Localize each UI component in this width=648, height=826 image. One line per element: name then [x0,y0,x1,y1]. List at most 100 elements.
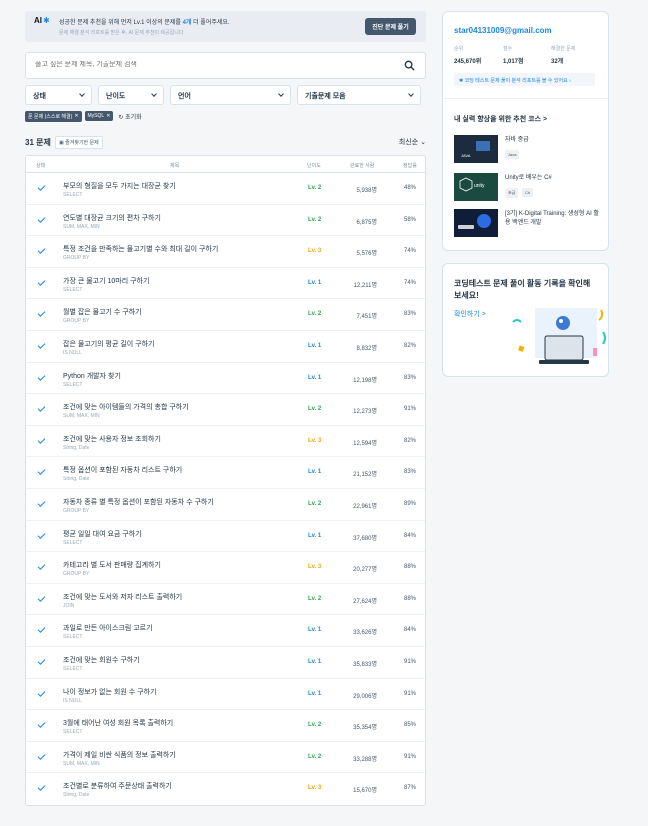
rank-label: 순위 [454,46,464,52]
problem-level: Lv. 1 [308,690,322,697]
table-row[interactable]: 조건에 맞는 도서와 저자 리스트 출력하기 JOIN Lv. 2 27,624명 88… [26,584,425,616]
header-rate: 정답률 [403,163,417,169]
problem-title[interactable]: 특정 옵션이 포함된 자동차 리스트 구하기 [63,465,182,475]
svg-text:JAVA: JAVA [461,153,471,158]
problem-solved-count: 37,680명 [353,535,377,542]
recommended-courses-title[interactable]: 내 실력 향상을 위한 추천 코스 > [454,114,547,124]
problem-solved-count: 33,288명 [353,756,377,763]
problem-title[interactable]: 조건에 맞는 도서와 저자 리스트 출력하기 [63,592,182,602]
filter-status[interactable]: 상태 [25,85,92,105]
problem-tag: SELECT [63,729,83,736]
problem-solved-count: 5,576명 [356,251,377,258]
table-row[interactable]: 과일로 만든 아이스크림 고르기 SELECT Lv. 1 33,626명 84% [26,615,425,647]
search-icon[interactable] [404,60,415,71]
check-icon [37,372,46,381]
table-row[interactable]: 잡은 물고기의 평균 길이 구하기 IS NULL Lv. 1 8,832명 82% [26,331,425,363]
table-row[interactable]: 특정 옵션이 포함된 자동차 리스트 구하기 String, Date Lv. 1 2… [26,457,425,489]
problem-title[interactable]: 조건에 맞는 사용자 정보 조회하기 [63,434,161,444]
problem-title[interactable]: 3월에 태어난 여성 회원 목록 출력하기 [63,718,173,728]
close-icon[interactable]: ✕ [106,113,110,119]
problem-tag: SUM, MAX, MIN [63,413,100,420]
problem-title[interactable]: 가격이 제일 비싼 식품의 정보 출력하기 [63,750,176,760]
ai-label: AI✱ [34,16,50,25]
problem-level: Lv. 1 [308,374,322,381]
table-row[interactable]: 조건별로 분류하여 주문상태 출력하기 String, Date Lv. 3 15,6… [26,773,425,805]
problem-table: 상태 제목 난이도 완료한 사람 정답률 부모의 형질을 모두 가지는 대장균 … [25,155,426,806]
problem-title[interactable]: 잡은 물고기의 평균 길이 구하기 [63,339,155,349]
problem-solved-count: 12,211명 [353,282,377,289]
ai-banner-subtext: 문제 해결 분석 리포트를 받은 후, AI 문제 추천이 제공됩니다 [59,30,184,36]
problem-level: Lv. 2 [308,185,322,191]
filter-chip-solved[interactable]: 푼 문제 (스스로 해결) ✕ [25,110,82,122]
filter-language[interactable]: 언어 [170,85,291,105]
filter-chip-mysql[interactable]: MySQL ✕ [84,111,114,121]
course-item[interactable]: JAVA 자바 중급 Java [454,135,604,163]
problem-title[interactable]: 조건에 맞는 회원수 구하기 [63,655,140,665]
header-solved: 완료한 사람 [350,163,375,169]
table-row[interactable]: 가격이 제일 비싼 식품의 정보 출력하기 SUM, MAX, MIN Lv. 2 3… [26,742,425,774]
check-icon [37,246,46,255]
search-input[interactable] [35,61,375,68]
analysis-report-link[interactable]: ✱ 코딩 테스트 문제 풀이 분석 리포트를 볼 수 있어요 › [454,73,595,86]
profile-card: star04131009@gmail.com 순위 점수 해결한 문제 245,… [442,11,609,251]
close-icon[interactable]: ✕ [74,113,78,119]
problem-title[interactable]: Python 개발자 찾기 [63,371,121,381]
course-title: Unity로 배우는 C# [505,175,552,181]
table-row[interactable]: 특정 조건을 만족하는 물고기별 수와 최대 길이 구하기 GROUP BY Lv.… [26,236,425,268]
filter-level[interactable]: 난이도 [98,85,164,105]
problem-title[interactable]: 과일로 만든 아이스크림 고르기 [63,623,153,633]
problem-title[interactable]: 자동차 종류 별 특정 옵션이 포함된 자동차 수 구하기 [63,497,214,507]
table-row[interactable]: 자동차 종류 별 특정 옵션이 포함된 자동차 수 구하기 GROUP BY Lv.… [26,489,425,521]
problem-accuracy: 83% [403,311,416,318]
table-row[interactable]: 3월에 태어난 여성 회원 목록 출력하기 SELECT Lv. 2 35,354명 8… [26,710,425,742]
problem-solved-count: 29,006명 [353,693,377,700]
activity-card-title: 코딩테스트 문제 풀이 활동 기록을 확인해보세요! [454,279,591,300]
problem-tag: GROUP BY [63,507,90,514]
chevron-down-icon [278,91,284,97]
table-row[interactable]: 카테고리 별 도서 판매량 집계하기 GROUP BY Lv. 3 20,277명 88… [26,552,425,584]
check-icon [37,341,46,349]
user-email[interactable]: star04131009@gmail.com [454,26,552,35]
sort-dropdown[interactable]: 최신순 ⌄ [399,137,426,147]
favorites-toggle[interactable]: ▣ 즐겨찾기한 문제 [55,136,103,149]
filter-bar: 상태 난이도 언어 기출문제 모음 [25,85,426,105]
problem-tag: GROUP BY [63,318,90,325]
table-row[interactable]: 부모의 형질을 모두 가지는 대장균 찾기 SELECT Lv. 2 5,938명 48… [26,173,425,205]
check-icon [37,625,46,634]
problem-title[interactable]: 나이 정보가 없는 회원 수 구하기 [63,687,156,697]
table-row[interactable]: Python 개발자 찾기 SELECT Lv. 1 12,198명 83% [26,363,425,395]
problem-title[interactable]: 연도별 대장균 크기의 편차 구하기 [63,213,161,223]
problem-title[interactable]: 카테고리 별 도서 판매량 집계하기 [63,560,161,570]
check-icon [37,720,46,728]
reset-button[interactable]: ↻ 초기화 [118,112,141,121]
problem-title[interactable]: 조건에 맞는 아이템들의 가격의 총합 구하기 [63,402,189,412]
problem-level: Lv. 2 [308,595,322,602]
problem-title[interactable]: 가장 큰 물고기 10마리 구하기 [63,276,149,286]
course-thumbnail: JAVA [454,135,498,163]
diagnosis-problem-button[interactable]: 진단 문제 풀기 [365,18,416,35]
table-row[interactable]: 평균 일일 대여 요금 구하기 SELECT Lv. 1 37,680명 84% [26,521,425,553]
problem-level: Lv. 2 [308,500,322,507]
problem-title[interactable]: 평균 일일 대여 요금 구하기 [63,529,142,539]
course-item[interactable]: [3기] K-Digital Training: 생성형 AI 활용 백엔드 개… [454,209,604,237]
check-link[interactable]: 확인하기 > [454,309,486,319]
table-row[interactable]: 조건에 맞는 회원수 구하기 SELECT Lv. 1 35,833명 91% [26,647,425,679]
divider [443,98,608,99]
problem-tag: SELECT [63,634,83,641]
search-box [25,52,426,79]
filter-exam-collection[interactable]: 기출문제 모음 [297,85,421,105]
table-row[interactable]: 월별 잡은 물고기 수 구하기 GROUP BY Lv. 2 7,451명 83% [26,299,425,331]
table-row[interactable]: 가장 큰 물고기 10마리 구하기 SELECT Lv. 1 12,211명 74% [26,268,425,300]
check-icon [37,783,46,792]
problem-title[interactable]: 월별 잡은 물고기 수 구하기 [63,307,142,317]
problem-title[interactable]: 부모의 형질을 모두 가지는 대장균 찾기 [63,181,176,191]
table-row[interactable]: 연도별 대장균 크기의 편차 구하기 SUM, MAX, MIN Lv. 2 6,87… [26,205,425,237]
header-status: 상태 [36,163,46,169]
table-row[interactable]: 조건에 맞는 사용자 정보 조회하기 String, Date Lv. 3 12,59… [26,426,425,458]
table-row[interactable]: 나이 정보가 없는 회원 수 구하기 IS NULL Lv. 1 29,006명 91% [26,679,425,711]
problem-tag: GROUP BY [63,255,90,262]
problem-title[interactable]: 특정 조건을 만족하는 물고기별 수와 최대 길이 구하기 [63,244,218,254]
problem-title[interactable]: 조건별로 분류하여 주문상태 출력하기 [63,781,172,791]
course-item[interactable]: unity Unity로 배우는 C# 초급 C# [454,173,604,201]
table-row[interactable]: 조건에 맞는 아이템들의 가격의 총합 구하기 SUM, MAX, MIN Lv. … [26,394,425,426]
